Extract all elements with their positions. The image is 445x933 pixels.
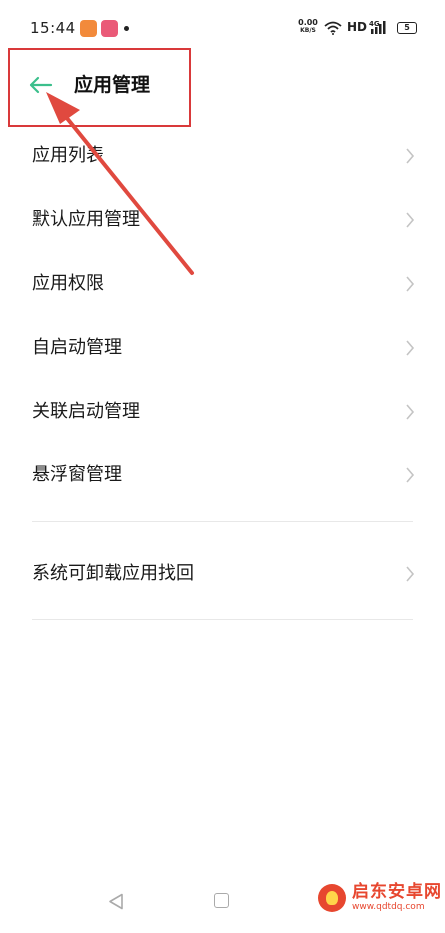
hd-indicator: HD: [347, 20, 368, 34]
menu-item-recover-system-apps[interactable]: 系统可卸载应用找回: [0, 542, 445, 606]
chevron-right-icon: [406, 276, 415, 292]
menu-item-label: 关联启动管理: [32, 401, 140, 422]
wifi-icon: [324, 20, 342, 39]
section-divider: [32, 619, 413, 620]
watermark-text: 启东安卓网 www.qdtdq.com: [352, 883, 442, 913]
annotation-highlight-box: [8, 48, 191, 127]
notification-app-icon-2: [101, 20, 118, 37]
system-nav-bar: 启东安卓网 www.qdtdq.com: [0, 875, 445, 933]
network-speed: 0.00 KB/S: [297, 19, 319, 35]
watermark-logo-icon: [318, 884, 346, 912]
chevron-right-icon: [406, 404, 415, 420]
menu-item-default-apps[interactable]: 默认应用管理: [0, 188, 445, 252]
menu-item-label: 系统可卸载应用找回: [32, 563, 194, 584]
network-speed-unit: KB/S: [300, 27, 316, 34]
menu-item-label: 应用权限: [32, 273, 104, 294]
chevron-right-icon: [406, 340, 415, 356]
watermark-url: www.qdtdq.com: [352, 902, 425, 912]
watermark-logo: 启东安卓网 www.qdtdq.com: [318, 883, 442, 913]
network-type-label: 4G: [369, 20, 380, 28]
triangle-back-icon[interactable]: [108, 893, 124, 910]
notification-dot-icon: [124, 26, 129, 31]
battery-icon: 5: [397, 22, 417, 34]
menu-item-label: 应用列表: [32, 145, 104, 166]
watermark-name: 启东安卓网: [352, 882, 442, 902]
menu-item-auto-launch[interactable]: 自启动管理: [0, 316, 445, 380]
chevron-right-icon: [406, 467, 415, 483]
menu-item-label: 自启动管理: [32, 337, 122, 358]
section-divider: [32, 521, 413, 522]
menu-item-label: 悬浮窗管理: [32, 464, 122, 485]
signal-icon: 4G: [369, 19, 391, 39]
chevron-right-icon: [406, 566, 415, 582]
menu-item-app-list[interactable]: 应用列表: [0, 124, 445, 188]
menu-item-label: 默认应用管理: [32, 209, 140, 230]
chevron-right-icon: [406, 212, 415, 228]
menu-item-associated-launch[interactable]: 关联启动管理: [0, 380, 445, 444]
menu-item-app-permissions[interactable]: 应用权限: [0, 252, 445, 316]
chevron-right-icon: [406, 148, 415, 164]
battery-level: 5: [404, 23, 410, 32]
menu-item-floating-window[interactable]: 悬浮窗管理: [0, 443, 445, 507]
square-home-icon[interactable]: [214, 893, 229, 908]
status-time: 15:44: [30, 19, 76, 37]
network-speed-value: 0.00: [298, 18, 318, 27]
notification-app-icon: [80, 20, 97, 37]
